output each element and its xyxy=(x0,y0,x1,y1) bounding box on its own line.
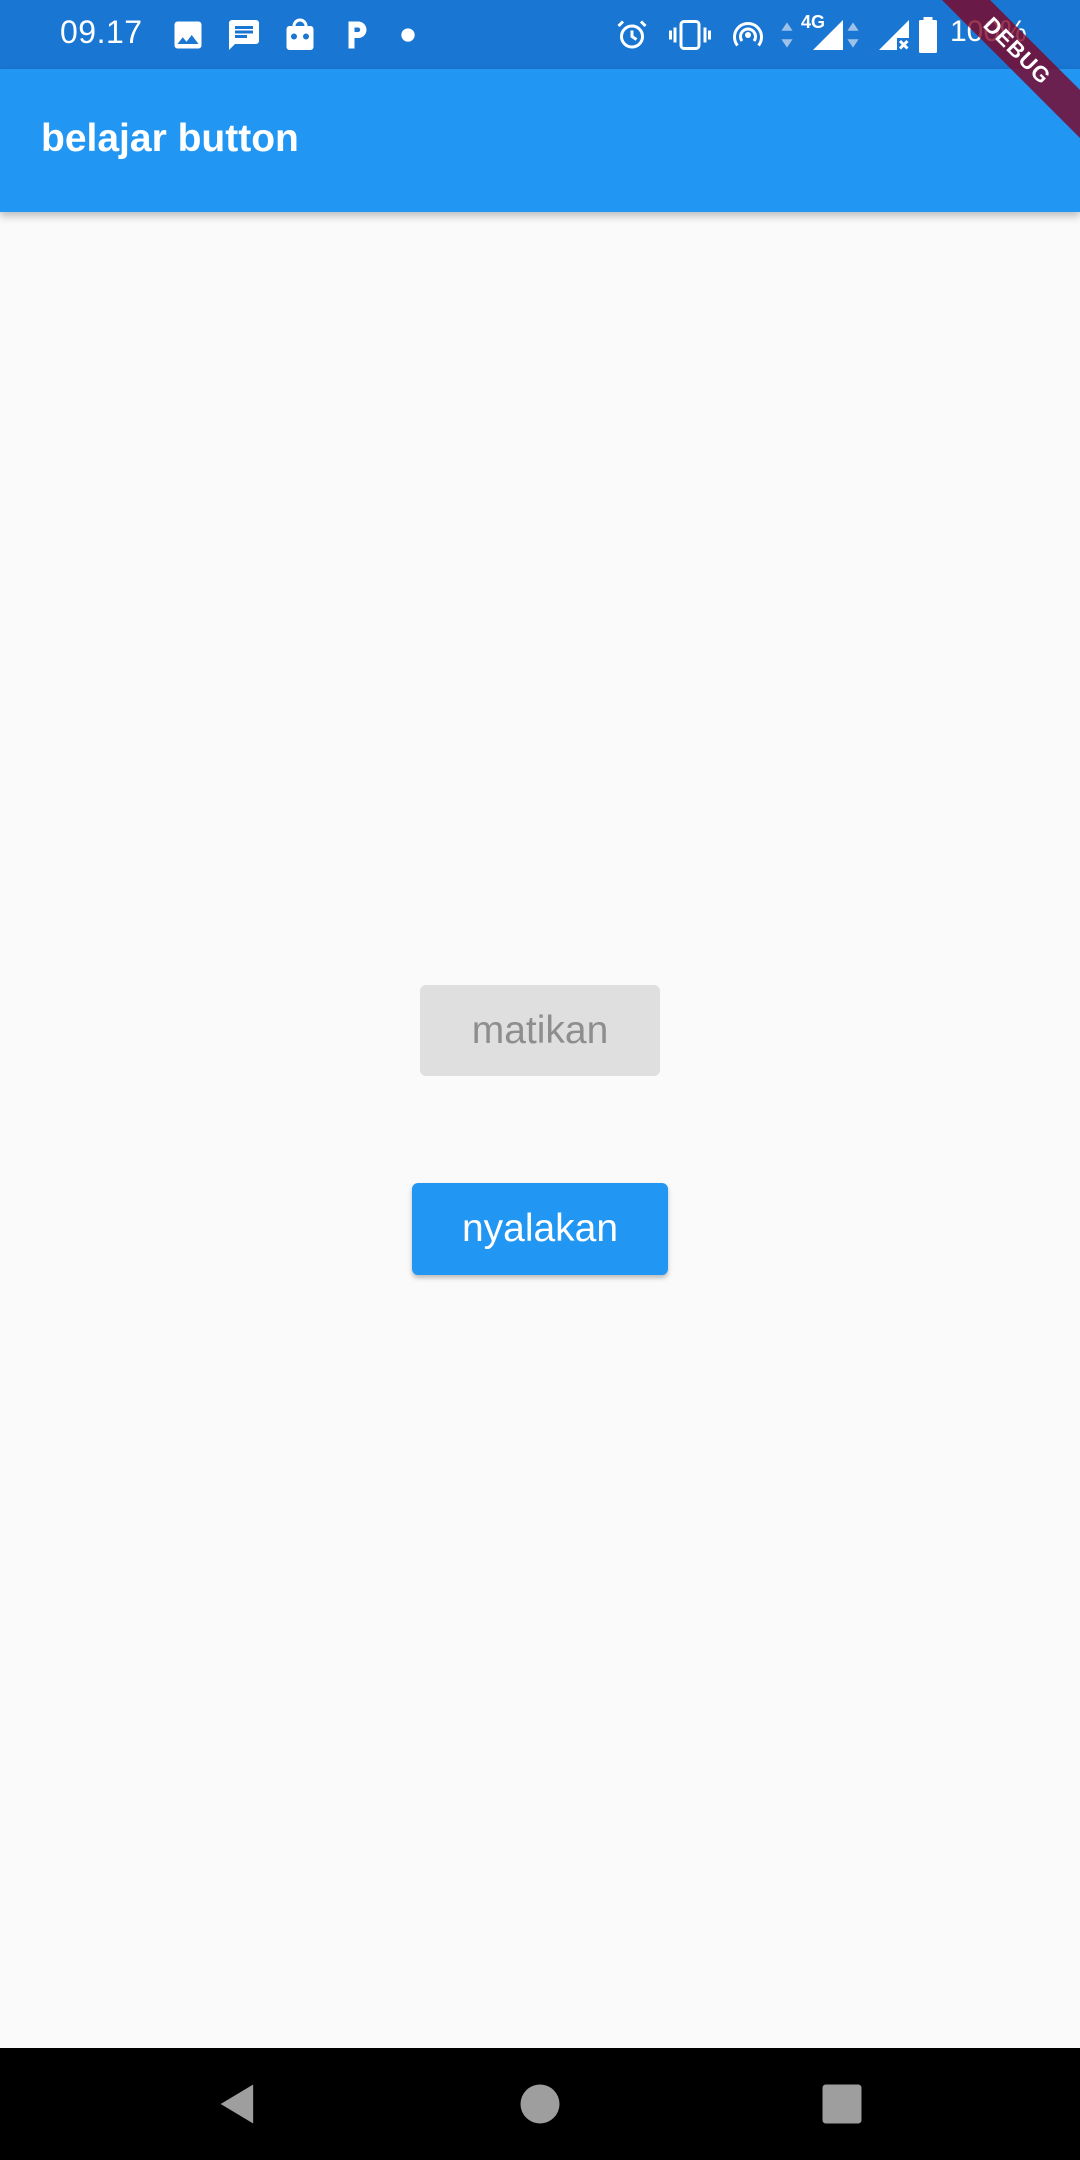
bag-icon xyxy=(286,18,314,50)
battery-icon xyxy=(919,17,937,53)
message-icon xyxy=(229,20,259,50)
dot-icon xyxy=(401,28,415,42)
matikan-button: matikan xyxy=(420,985,660,1076)
page-title: belajar button xyxy=(41,117,299,160)
p-app-icon xyxy=(348,21,367,49)
vibrate-icon xyxy=(669,20,711,50)
back-icon[interactable] xyxy=(212,2078,264,2130)
image-icon xyxy=(174,21,202,49)
alarm-icon xyxy=(617,20,647,49)
status-time: 09.17 xyxy=(60,14,143,50)
navigation-bar xyxy=(0,2048,1080,2160)
signal-no-sim-icon xyxy=(879,20,909,50)
recents-icon[interactable] xyxy=(816,2078,868,2130)
data-arrows-icon xyxy=(847,22,859,48)
status-bar: 09.17 4G 100% xyxy=(0,0,1080,69)
app-bar: belajar button xyxy=(0,69,1080,212)
hotspot-icon xyxy=(733,22,763,47)
nyalakan-button[interactable]: nyalakan xyxy=(412,1183,668,1275)
data-arrows-icon xyxy=(781,22,793,48)
signal-icon xyxy=(813,20,843,50)
home-icon[interactable] xyxy=(514,2078,566,2130)
